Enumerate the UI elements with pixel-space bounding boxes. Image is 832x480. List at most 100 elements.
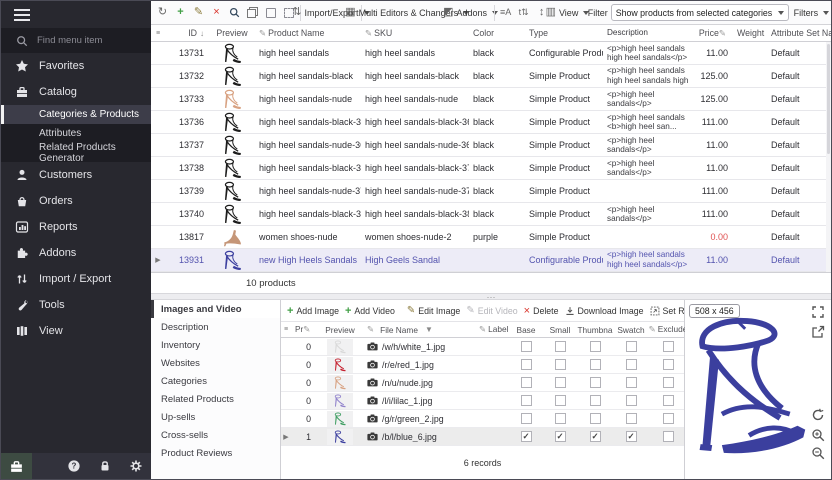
product-row[interactable]: ▶ 13733: [151, 88, 831, 111]
column-preview[interactable]: Preview: [317, 325, 363, 335]
multi-editors-menu[interactable]: ▦Multi Editors & Changers: [365, 4, 450, 22]
column-type[interactable]: Type: [525, 28, 603, 38]
small-checkbox[interactable]: [555, 431, 566, 442]
column-pr[interactable]: Pr✎: [291, 324, 317, 335]
detail-tab[interactable]: Images and Video: [151, 300, 280, 318]
column-id[interactable]: ID↓: [165, 28, 209, 38]
exclude-checkbox[interactable]: [663, 359, 674, 370]
row-sort-button[interactable]: t⇅: [515, 4, 532, 22]
edit-product-button[interactable]: ✎: [190, 4, 207, 22]
menu-search-input[interactable]: [37, 35, 137, 46]
sidebar-item-related-products-generator[interactable]: Related Products Generator: [1, 143, 151, 162]
category-filter-select[interactable]: Show products from selected categories: [611, 4, 789, 21]
thumbnail-checkbox[interactable]: [590, 377, 601, 388]
exclude-checkbox[interactable]: [663, 413, 674, 424]
exclude-checkbox[interactable]: [663, 395, 674, 406]
small-checkbox[interactable]: [555, 377, 566, 388]
edit-image-button[interactable]: ✎Edit Image: [405, 302, 462, 319]
sidebar-item-addons[interactable]: Addons: [1, 240, 151, 266]
sidebar-item-customers[interactable]: Customers: [1, 162, 151, 188]
rotate-button[interactable]: [811, 408, 826, 423]
exclude-checkbox[interactable]: [663, 431, 674, 442]
product-row[interactable]: ▶ 13740: [151, 203, 831, 226]
zoom-out-button[interactable]: [811, 446, 826, 461]
column-preview[interactable]: Preview: [209, 28, 255, 38]
refresh-button[interactable]: ↻: [154, 4, 171, 22]
image-row[interactable]: ▶ 0: [281, 392, 684, 410]
thumbnail-checkbox[interactable]: [590, 341, 601, 352]
column-color[interactable]: Color: [469, 28, 525, 38]
column-attribute-set[interactable]: Attribute Set Name: [767, 28, 831, 38]
sidebar-item-import-export[interactable]: Import / Export: [1, 266, 151, 292]
sidebar-item-categories-products[interactable]: Categories & Products: [1, 105, 151, 124]
base-checkbox[interactable]: [521, 431, 532, 442]
thumbnail-checkbox[interactable]: [590, 431, 601, 442]
edit-video-button[interactable]: ✎Edit Video: [464, 302, 519, 319]
column-file-name[interactable]: ✎File Name▼: [363, 324, 475, 335]
delete-image-button[interactable]: ×Delete: [522, 302, 561, 319]
swatch-checkbox[interactable]: [626, 431, 637, 442]
column-description[interactable]: Description: [603, 28, 691, 38]
thumbnail-checkbox[interactable]: [590, 395, 601, 406]
detail-tab[interactable]: Inventory: [151, 336, 280, 354]
detail-tab[interactable]: Cross-sells: [151, 426, 280, 444]
product-row[interactable]: ▶ 13739: [151, 180, 831, 203]
column-label[interactable]: ✎Label: [475, 324, 509, 335]
filters-menu[interactable]: Filters: [792, 4, 828, 22]
small-checkbox[interactable]: [555, 359, 566, 370]
sort-az-button[interactable]: ≡A: [497, 4, 514, 22]
column-sku[interactable]: ✎SKU: [361, 28, 469, 39]
lock-button[interactable]: [89, 453, 120, 479]
image-row[interactable]: ▶ 0: [281, 338, 684, 356]
swatch-checkbox[interactable]: [626, 413, 637, 424]
copy-button[interactable]: [244, 4, 261, 22]
row-expander-icon[interactable]: ▶: [283, 433, 288, 441]
swatch-checkbox[interactable]: [626, 359, 637, 370]
swatch-checkbox[interactable]: [626, 377, 637, 388]
small-checkbox[interactable]: [555, 395, 566, 406]
thumbnail-checkbox[interactable]: [590, 359, 601, 370]
download-image-button[interactable]: Download Image: [563, 302, 646, 319]
view-menu[interactable]: ▥View: [551, 4, 584, 22]
base-checkbox[interactable]: [521, 413, 532, 424]
add-image-button[interactable]: +Add Image: [285, 302, 341, 319]
help-button[interactable]: ?: [58, 453, 89, 479]
sidebar-item-orders[interactable]: Orders: [1, 188, 151, 214]
swatch-checkbox[interactable]: [626, 395, 637, 406]
product-row[interactable]: ▶ 13736: [151, 111, 831, 134]
swatch-checkbox[interactable]: [626, 341, 637, 352]
image-row[interactable]: ▶ 0: [281, 356, 684, 374]
column-price[interactable]: Price✎: [691, 28, 733, 39]
checkbox-mode-button[interactable]: [262, 4, 279, 22]
product-row[interactable]: ▶ 13738: [151, 157, 831, 180]
sidebar-item-tools[interactable]: Tools: [1, 292, 151, 318]
column-weight[interactable]: Weight: [733, 28, 767, 38]
base-checkbox[interactable]: [521, 377, 532, 388]
sidebar-item-catalog[interactable]: Catalog: [1, 79, 151, 105]
exclude-checkbox[interactable]: [663, 377, 674, 388]
zoom-in-button[interactable]: [811, 428, 826, 443]
sidebar-search[interactable]: [1, 28, 151, 53]
small-checkbox[interactable]: [555, 413, 566, 424]
addons-menu[interactable]: ◩Addons: [451, 4, 491, 22]
menu-toggle-button[interactable]: [1, 1, 151, 28]
add-video-button[interactable]: +Add Video: [343, 302, 397, 319]
detail-tab[interactable]: Related Products: [151, 390, 280, 408]
store-button[interactable]: [1, 453, 32, 479]
base-checkbox[interactable]: [521, 359, 532, 370]
panel-splitter[interactable]: ⋯: [151, 293, 831, 300]
sidebar-item-attributes[interactable]: Attributes: [1, 124, 151, 143]
grid-scrollbar[interactable]: [826, 42, 831, 272]
sidebar-item-favorites[interactable]: Favorites: [1, 53, 151, 79]
column-product-name[interactable]: ✎Product Name: [255, 28, 361, 39]
column-base[interactable]: Base: [509, 325, 543, 335]
column-exclude[interactable]: ✎Exclude: [649, 324, 687, 335]
detail-tab[interactable]: Product Reviews: [151, 444, 280, 462]
product-row[interactable]: ▶ 13731: [151, 42, 831, 65]
detail-tab[interactable]: Description: [151, 318, 280, 336]
set-resize-rule-button[interactable]: Set Resize Rule: [648, 302, 684, 319]
image-row[interactable]: ▶ 1: [281, 428, 684, 446]
small-checkbox[interactable]: [555, 341, 566, 352]
column-small[interactable]: Small: [543, 325, 577, 335]
image-row[interactable]: ▶ 0: [281, 374, 684, 392]
